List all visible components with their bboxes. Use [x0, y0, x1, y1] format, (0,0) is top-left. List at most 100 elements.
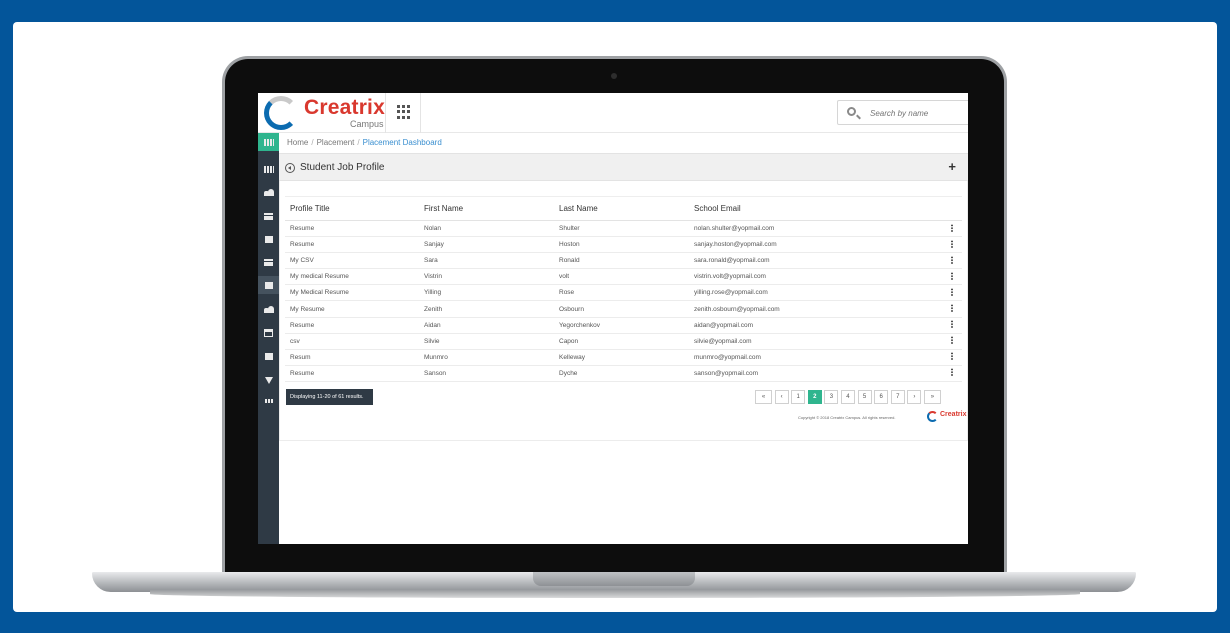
sidebar-item-users-2[interactable]	[258, 300, 279, 318]
page-button[interactable]: 4	[840, 390, 855, 404]
table-cell: Yilling	[419, 284, 554, 302]
table-cell: Munmro	[419, 349, 554, 366]
column-header[interactable]: Profile Title	[285, 196, 419, 221]
sidebar-item-list-2[interactable]	[258, 253, 279, 271]
pagination: « ‹ 1 2 3 4 5 6 7 › »	[755, 390, 941, 404]
table-cell: Silvie	[419, 333, 554, 350]
more-vertical-icon[interactable]	[951, 223, 953, 232]
laptop-notch	[533, 572, 695, 586]
footer-logo-text: Creatrix	[940, 411, 967, 418]
users-icon	[263, 188, 274, 196]
more-vertical-icon[interactable]	[951, 271, 953, 280]
table-cell: Shulter	[554, 220, 689, 238]
page-button-current[interactable]: 2	[807, 390, 822, 404]
more-vertical-icon[interactable]	[951, 304, 953, 313]
sidebar-item-dashboard[interactable]	[258, 133, 279, 151]
row-actions-cell	[942, 349, 962, 366]
more-vertical-icon[interactable]	[951, 320, 953, 329]
sidebar-item-reports[interactable]	[258, 392, 279, 410]
table-cell: yilling.rose@yopmail.com	[689, 284, 942, 302]
table-row[interactable]: My CSV Sara Ronald sara.ronald@yopmail.com	[285, 252, 962, 270]
brand-logo[interactable]: Creatrix Campus	[262, 95, 385, 131]
filter-icon	[264, 376, 273, 384]
breadcrumb-home[interactable]: Home	[287, 138, 308, 147]
copyright-text: Copyright © 2018 Creatrix Campus. All ri…	[798, 415, 896, 420]
row-actions-cell	[942, 317, 962, 334]
next-page-button[interactable]: ›	[907, 390, 922, 404]
sidebar-item-filter[interactable]	[258, 371, 279, 389]
sidebar-item-calendar[interactable]	[258, 324, 279, 342]
table-cell: Ronald	[554, 252, 689, 270]
search-icon[interactable]	[847, 107, 856, 116]
search-input[interactable]	[870, 105, 965, 121]
more-vertical-icon[interactable]	[951, 255, 953, 264]
more-vertical-icon[interactable]	[951, 352, 953, 361]
sidebar-item-book[interactable]	[258, 230, 279, 248]
table-cell: Sanson	[419, 365, 554, 382]
breadcrumb: Home / Placement / Placement Dashboard	[287, 138, 442, 147]
table-cell: Resume	[285, 317, 419, 334]
table-row[interactable]: Resume Sanson Dyche sanson@yopmail.com	[285, 365, 962, 382]
table-row[interactable]: Resume Sanjay Hoston sanjay.hoston@yopmail.…	[285, 236, 962, 254]
dashboard-icon	[263, 138, 274, 146]
table-row[interactable]: My medical Resume Vistrin volt vistrin.volt…	[285, 268, 962, 286]
table-cell: Osbourn	[554, 300, 689, 318]
page-button[interactable]: 6	[874, 390, 889, 404]
column-header[interactable]: First Name	[419, 196, 554, 221]
first-page-button[interactable]: «	[755, 390, 772, 404]
table-row[interactable]: Resume Aidan Yegorchenkov aidan@yopmail.com	[285, 317, 962, 334]
table-cell: sanson@yopmail.com	[689, 365, 942, 382]
last-page-button[interactable]: »	[923, 390, 941, 404]
more-vertical-icon[interactable]	[951, 287, 953, 296]
book-icon	[264, 235, 273, 243]
more-vertical-icon[interactable]	[951, 239, 953, 248]
apps-grid-icon[interactable]	[397, 105, 411, 119]
column-header[interactable]: School Email	[689, 196, 942, 221]
table-cell: My Medical Resume	[285, 284, 419, 302]
table-cell: sara.ronald@yopmail.com	[689, 252, 942, 270]
back-arrow-icon[interactable]	[285, 163, 295, 173]
sidebar	[258, 133, 279, 544]
sidebar-item-users[interactable]	[258, 183, 279, 201]
breadcrumb-current[interactable]: Placement Dashboard	[363, 138, 442, 147]
page-button[interactable]: 3	[824, 390, 839, 404]
breadcrumb-placement[interactable]: Placement	[317, 138, 355, 147]
panel-title: Student Job Profile	[300, 162, 385, 173]
table-cell: Yegorchenkov	[554, 317, 689, 334]
sidebar-item-inbox[interactable]	[258, 347, 279, 365]
document-icon	[264, 281, 273, 289]
sidebar-item-columns[interactable]	[258, 160, 279, 178]
prev-page-button[interactable]: ‹	[774, 390, 789, 404]
footer-logo: Creatrix	[927, 411, 967, 423]
row-actions-cell	[942, 333, 962, 350]
table-cell: Resum	[285, 349, 419, 366]
more-vertical-icon[interactable]	[951, 368, 953, 377]
row-actions-cell	[942, 300, 962, 318]
row-actions-cell	[942, 252, 962, 270]
app-screen: Creatrix Campus Home/Placement/Placement…	[258, 93, 968, 544]
table-row[interactable]: csv Silvie Capon silvie@yopmail.com	[285, 333, 962, 350]
table-row[interactable]: Resume Nolan Shulter nolan.shulter@yopmail.…	[285, 220, 962, 238]
page-button[interactable]: 5	[857, 390, 872, 404]
add-button[interactable]: +	[948, 159, 956, 174]
more-vertical-icon[interactable]	[951, 336, 953, 345]
table-cell: Capon	[554, 333, 689, 350]
table-header-row: Profile Title First Name Last Name Schoo…	[285, 196, 962, 221]
table-row[interactable]: My Medical Resume Yilling Rose yilling.rose…	[285, 284, 962, 302]
table-cell: Hoston	[554, 236, 689, 254]
table-cell: sanjay.hoston@yopmail.com	[689, 236, 942, 254]
top-bar: Creatrix Campus	[258, 93, 968, 133]
page-button[interactable]: 7	[890, 390, 905, 404]
table-cell: zenith.osbourn@yopmail.com	[689, 300, 942, 318]
sidebar-item-placement[interactable]	[258, 276, 279, 294]
page-button[interactable]: 1	[791, 390, 806, 404]
table-row[interactable]: My Resume Zenith Osbourn zenith.osbourn@yop…	[285, 300, 962, 318]
row-actions-cell	[942, 365, 962, 382]
sidebar-item-list[interactable]	[258, 207, 279, 225]
table-row[interactable]: Resum Munmro Kelleway munmro@yopmail.com	[285, 349, 962, 366]
table-cell: Kelleway	[554, 349, 689, 366]
column-header[interactable]: Last Name	[554, 196, 689, 221]
inbox-icon	[264, 352, 273, 360]
table-cell: silvie@yopmail.com	[689, 333, 942, 350]
camera-dot	[611, 73, 617, 79]
